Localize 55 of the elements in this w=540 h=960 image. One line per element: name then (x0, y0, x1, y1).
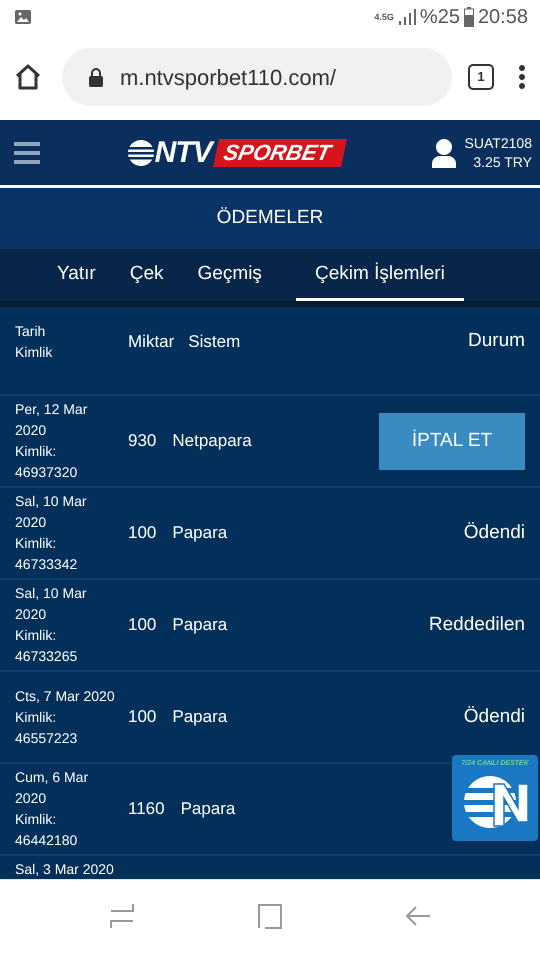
id-text: Kimlik: 46442180 (15, 810, 78, 850)
network-label: 4.5G (374, 12, 394, 22)
image-icon (14, 9, 32, 25)
amount-text: 930 (128, 430, 156, 452)
user-icon[interactable] (430, 138, 457, 168)
battery-percent: %25 (420, 5, 460, 30)
home-button-icon[interactable] (257, 902, 283, 928)
column-header: Durum (468, 329, 525, 353)
column-header: Kimlik (15, 343, 54, 362)
column-header: Tarih (15, 322, 46, 341)
system-text: Netpapara (172, 430, 252, 452)
signal-icon (398, 9, 416, 25)
globe-icon (126, 138, 155, 166)
date-text: Per, 12 Mar 2020 (15, 400, 88, 440)
tab[interactable]: Çek (112, 248, 181, 301)
date-text: Sal, 10 Mar 2020 (15, 492, 88, 532)
system-text: Papara (180, 798, 236, 820)
date-text: Sal, 3 Mar 2020 (15, 860, 115, 879)
system-text: Papara (172, 614, 228, 636)
username: SUAT2108 (464, 134, 532, 152)
clock: 20:58 (478, 5, 528, 30)
column-header: Miktar (128, 331, 174, 353)
home-icon[interactable] (14, 63, 42, 91)
column-header: Sistem (188, 331, 240, 353)
menu-icon[interactable] (14, 140, 40, 164)
tab[interactable]: Geçmiş (180, 248, 279, 301)
system-text: Papara (172, 706, 228, 728)
recent-apps-icon[interactable] (109, 902, 135, 928)
system-text: Papara (172, 522, 228, 544)
menu-icon[interactable] (518, 64, 526, 90)
cancel-button[interactable]: İPTAL ET (379, 412, 525, 470)
amount-text: 1160 (128, 798, 165, 820)
id-text: Kimlik: 46557223 (15, 708, 78, 748)
tab-count-button[interactable]: 1 (468, 64, 494, 90)
tab[interactable]: Yatır (40, 248, 113, 301)
id-text: Kimlik: 46937320 (15, 442, 78, 482)
balance: 3.25 TRY (472, 152, 532, 172)
lock-icon (88, 67, 104, 87)
amount-text: 100 (128, 706, 156, 728)
amount-text: 100 (128, 522, 156, 544)
status-text: Ödendi (464, 520, 525, 545)
id-text: Kimlik: 46733265 (15, 626, 78, 666)
address-bar[interactable]: m.ntvsporbet110.com/ (62, 48, 452, 106)
battery-icon (464, 7, 474, 27)
url-text: m.ntvsporbet110.com/ (120, 64, 336, 92)
date-text: Cts, 7 Mar 2020 (15, 686, 116, 706)
page-title: ÖDEMELER (0, 188, 540, 249)
date-text: Sal, 10 Mar 2020 (15, 584, 88, 624)
id-text: Kimlik: 46733342 (15, 534, 78, 574)
status-text: Reddedilen (428, 612, 525, 637)
logo-text: NTV (154, 130, 212, 175)
amount-text: 100 (128, 614, 156, 636)
date-text: Cum, 6 Mar 2020 (15, 768, 90, 808)
tab[interactable]: Çekim İşlemleri (296, 248, 464, 301)
status-text: Ödendi (464, 704, 525, 729)
